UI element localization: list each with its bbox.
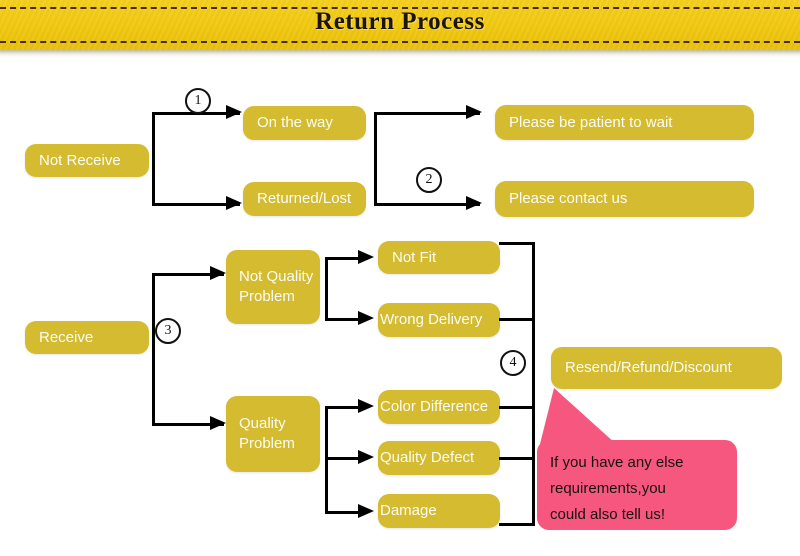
node-returned-lost-label: Returned/Lost	[257, 190, 352, 207]
connector-resolution-spine	[532, 242, 535, 526]
arrow-to-quality-defect	[358, 450, 374, 464]
node-quality-defect[interactable]: Quality Defect	[378, 441, 500, 475]
connector-condition-spine	[374, 112, 377, 206]
step-marker-1: 1	[185, 88, 211, 114]
node-damage-label: Damage	[380, 502, 437, 519]
node-quality-problem[interactable]: Quality Problem	[226, 396, 320, 472]
node-please-be-patient-label: Please be patient to wait	[509, 113, 673, 131]
connector-receive-spine	[152, 273, 155, 426]
connector-quality-defect-to-spine	[499, 457, 535, 460]
node-resend-refund-discount[interactable]: Resend/Refund/Discount	[551, 347, 782, 389]
node-damage[interactable]: Damage	[378, 494, 500, 528]
node-receive[interactable]: Receive	[25, 321, 149, 354]
node-color-difference[interactable]: Color Difference	[378, 390, 500, 424]
node-wrong-delivery[interactable]: Wrong Delivery	[378, 303, 500, 337]
callout-tail	[540, 388, 616, 444]
page-title: Return Process	[315, 8, 485, 35]
node-please-contact-us-label: Please contact us	[509, 190, 628, 207]
arrow-to-contact-us	[466, 196, 482, 210]
step-marker-3: 3	[155, 318, 181, 344]
arrow-to-quality-problem	[210, 416, 226, 430]
node-please-contact-us[interactable]: Please contact us	[495, 181, 754, 217]
node-not-fit-label: Not Fit	[392, 248, 437, 266]
node-returned-lost[interactable]: Returned/Lost	[243, 182, 366, 216]
node-not-quality-problem-label: Not Quality Problem	[239, 268, 314, 305]
arrow-to-not-quality-problem	[210, 266, 226, 280]
callout-bubble[interactable]: If you have any else requirements,you co…	[537, 440, 737, 530]
callout-line-3: could also tell us!	[550, 506, 666, 523]
connector-on-the-way-to-be-patient	[374, 112, 480, 115]
node-on-the-way[interactable]: On the way	[243, 106, 366, 140]
connector-color-difference-to-spine	[499, 406, 535, 409]
arrow-to-returned-lost	[226, 196, 242, 210]
callout-line-1: If you have any else	[550, 454, 684, 471]
node-resend-refund-discount-label: Resend/Refund/Discount	[565, 359, 732, 376]
connector-not-fit-to-spine	[499, 242, 535, 245]
connector-not-receive-spine	[152, 112, 155, 206]
step-marker-2: 2	[416, 167, 442, 193]
node-not-receive-label: Not Receive	[39, 151, 121, 169]
banner-shadow	[0, 50, 800, 57]
banner-dashed-line-bottom	[0, 41, 800, 43]
arrow-to-wrong-delivery	[358, 311, 374, 325]
node-quality-defect-label: Quality Defect	[380, 449, 475, 466]
connector-wrong-delivery-to-spine	[499, 318, 535, 321]
arrow-to-not-fit	[358, 250, 374, 264]
node-on-the-way-label: On the way	[257, 114, 333, 131]
step-marker-4: 4	[500, 350, 526, 376]
arrow-to-on-the-way	[226, 105, 242, 119]
node-receive-label: Receive	[39, 328, 94, 346]
node-color-difference-label: Color Difference	[380, 398, 489, 415]
callout-line-2: requirements,you	[550, 480, 666, 497]
node-not-receive[interactable]: Not Receive	[25, 144, 149, 177]
node-please-be-patient[interactable]: Please be patient to wait	[495, 105, 754, 140]
arrow-to-color-difference	[358, 399, 374, 413]
connector-not-quality-spine	[325, 257, 328, 321]
connector-returned-lost-to-contact-us	[374, 203, 480, 206]
arrow-to-be-patient	[466, 105, 482, 119]
arrow-to-damage	[358, 504, 374, 518]
node-wrong-delivery-label: Wrong Delivery	[380, 311, 483, 328]
node-quality-problem-label: Quality Problem	[239, 415, 295, 452]
node-not-fit[interactable]: Not Fit	[378, 241, 500, 274]
node-not-quality-problem[interactable]: Not Quality Problem	[226, 250, 320, 324]
connector-damage-to-spine	[499, 523, 535, 526]
